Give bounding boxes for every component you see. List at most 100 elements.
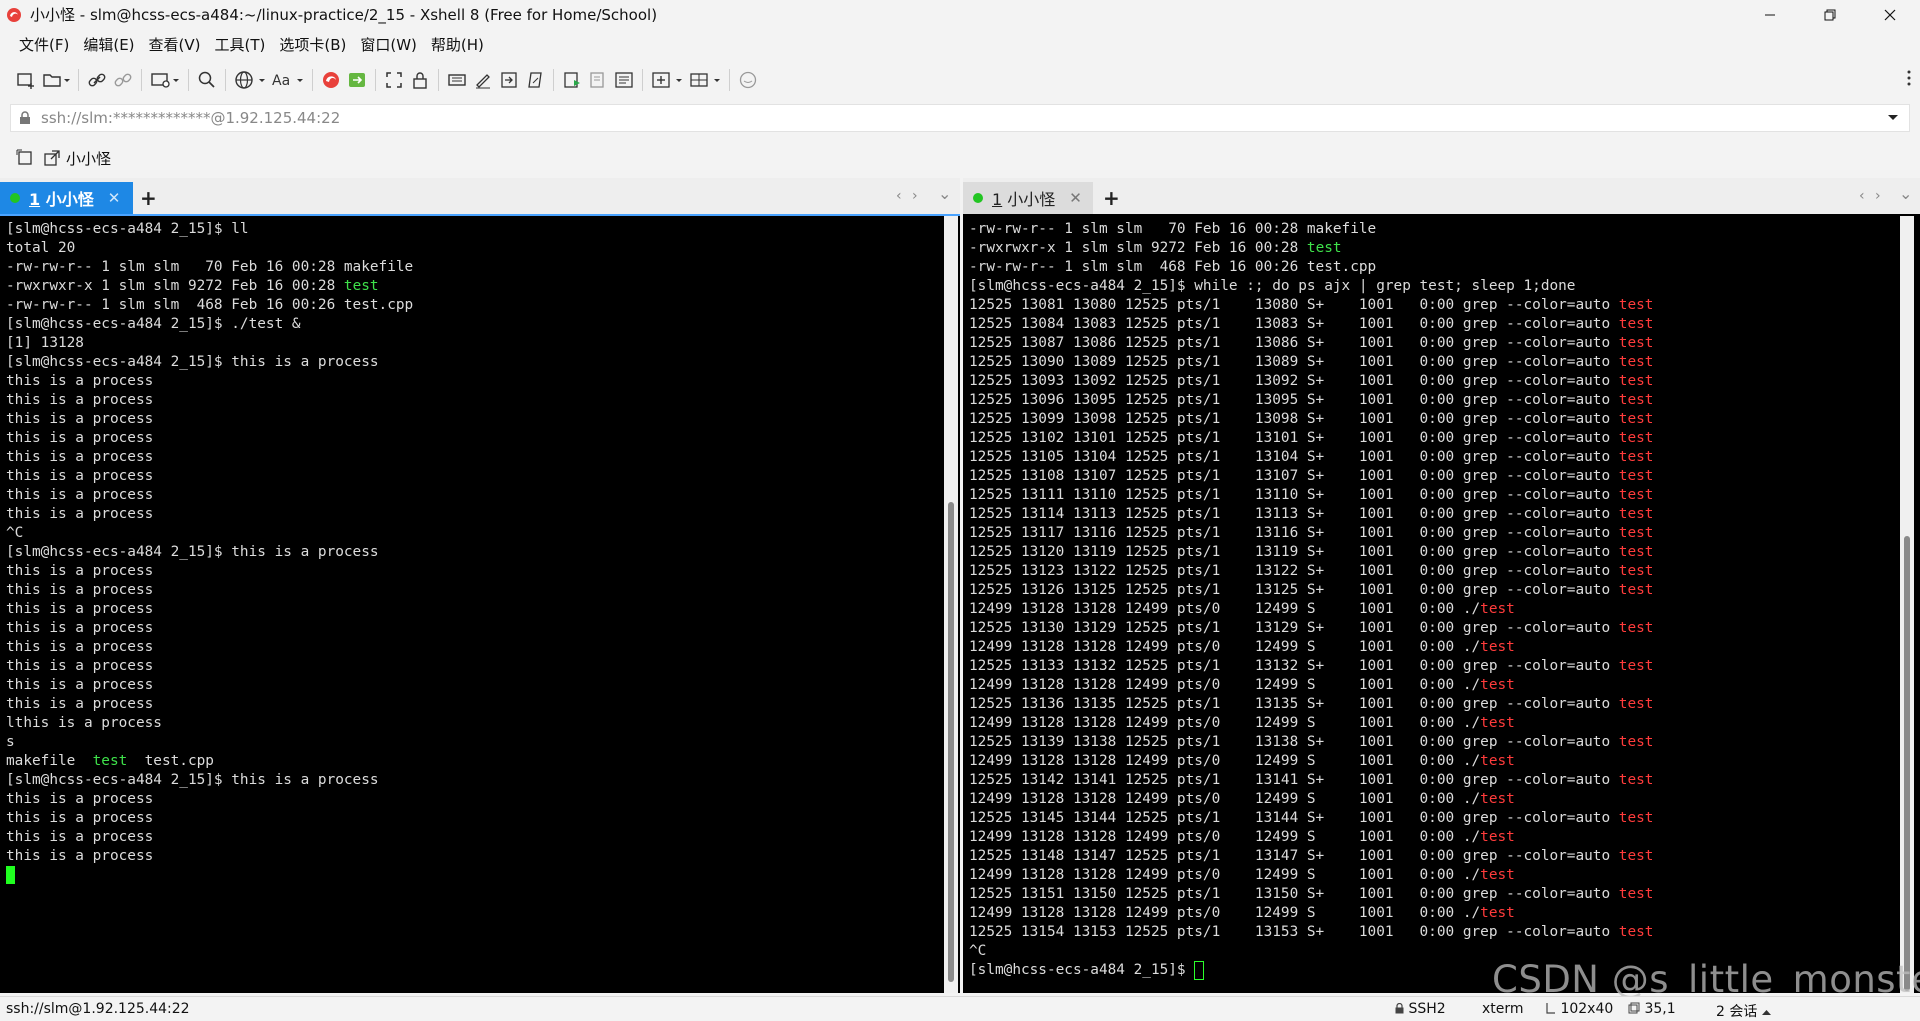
fullscreen-button[interactable]: [384, 66, 404, 94]
terminal-line: makefile test test.cpp: [6, 752, 413, 771]
highlighted-text: test: [1618, 354, 1654, 370]
minimize-button[interactable]: [1740, 0, 1800, 29]
menu-window[interactable]: 窗口(W): [353, 34, 424, 55]
left-terminal[interactable]: [slm@hcss-ecs-a484 2_15]$ ll total 20 -rw-…: [0, 214, 960, 993]
right-scroll-thumb[interactable]: [1904, 536, 1910, 991]
quick-session-label[interactable]: 小小怪: [66, 148, 111, 169]
tab-menu-button[interactable]: ⌄: [1899, 184, 1912, 203]
close-tab-icon[interactable]: ✕: [108, 189, 121, 207]
terminal-line: this is a process: [6, 847, 413, 866]
address-bar[interactable]: ssh://slm:*************@1.92.125.44:22: [10, 104, 1910, 132]
encoding-button[interactable]: [234, 66, 266, 94]
log-start-button[interactable]: [562, 66, 582, 94]
terminal-line: 12499 13128 13128 12499 pts/0 12499 S 10…: [969, 790, 1653, 809]
highlighted-text: test: [1618, 696, 1654, 712]
terminal-line: 12499 13128 13128 12499 pts/0 12499 S 10…: [969, 676, 1653, 695]
session-list-icon[interactable]: [16, 149, 34, 167]
terminal-text: 12525 13126 13125 12525 pts/1 13125 S+ 1…: [969, 582, 1619, 598]
right-terminal[interactable]: -rw-rw-r-- 1 slm slm 70 Feb 16 00:28 mak…: [963, 214, 1920, 993]
status-sessions[interactable]: 2 会话: [1716, 1001, 1771, 1021]
open-folder-button[interactable]: [42, 66, 70, 94]
close-tab-icon[interactable]: ✕: [1069, 189, 1082, 207]
terminal-line: -rwxrwxr-x 1 slm slm 9272 Feb 16 00:28 t…: [969, 239, 1653, 258]
menu-edit[interactable]: 编辑(E): [76, 34, 141, 55]
menu-tabs[interactable]: 选项卡(B): [272, 34, 353, 55]
terminal-line: this is a process: [6, 467, 413, 486]
toolbar-separator: [642, 69, 643, 91]
tab-next-button[interactable]: ›: [912, 188, 918, 204]
menu-view[interactable]: 查看(V): [142, 34, 208, 55]
new-session-button[interactable]: [16, 66, 36, 94]
terminal-text: this is a process: [6, 848, 154, 864]
left-scroll-thumb[interactable]: [948, 502, 954, 982]
highlighted-text: test: [1618, 658, 1654, 674]
xftp-button[interactable]: [321, 66, 341, 94]
tab-prev-button[interactable]: ‹: [896, 188, 902, 204]
xftp-green-button[interactable]: [347, 66, 367, 94]
left-terminal-scrollbar[interactable]: [944, 216, 958, 993]
terminal-line: -rw-rw-r-- 1 slm slm 468 Feb 16 00:26 te…: [969, 258, 1653, 277]
highlighted-text: test: [1618, 620, 1654, 636]
highlighted-text: test: [1618, 848, 1654, 864]
toolbar-separator: [375, 69, 376, 91]
terminal-line: 12499 13128 13128 12499 pts/0 12499 S 10…: [969, 752, 1653, 771]
terminal-text: 12525 13081 13080 12525 pts/1 13080 S+ 1…: [969, 297, 1619, 313]
log-pause-button[interactable]: [588, 66, 608, 94]
restore-button[interactable]: [1800, 0, 1860, 29]
open-session-icon[interactable]: [44, 150, 60, 166]
keyboard-button[interactable]: [447, 66, 467, 94]
transfer-green-icon: [349, 73, 365, 87]
reconnect-button[interactable]: [87, 66, 107, 94]
disconnect-button[interactable]: [113, 66, 133, 94]
chat-button[interactable]: [738, 66, 758, 94]
terminal-line: [slm@hcss-ecs-a484 2_15]$ while :; do ps…: [969, 277, 1653, 296]
layout-button[interactable]: [689, 66, 721, 94]
terminal-line: 12499 13128 13128 12499 pts/0 12499 S 10…: [969, 828, 1653, 847]
status-size: 102x40: [1546, 1001, 1613, 1017]
add-tab-button[interactable]: +: [140, 186, 157, 210]
terminal-line: this is a process: [6, 391, 413, 410]
title-bar: 小小怪 - slm@hcss-ecs-a484:~/linux-practice…: [0, 0, 1920, 29]
font-button[interactable]: Aa: [272, 66, 304, 94]
log-pause-icon: [590, 72, 604, 88]
highlighted-text: test: [1480, 829, 1515, 845]
chevron-down-icon[interactable]: [1887, 114, 1899, 122]
terminal-text: [slm@hcss-ecs-a484 2_15]$: [969, 962, 1195, 978]
link-icon: [88, 73, 106, 87]
terminal-line: 12525 13093 13092 12525 pts/1 13092 S+ 1…: [969, 372, 1653, 391]
terminal-text: this is a process: [6, 658, 154, 674]
tab-menu-button[interactable]: ⌄: [938, 184, 951, 203]
right-session-tab[interactable]: 1 小小怪 ✕: [963, 182, 1093, 214]
terminal-text: this is a process: [6, 639, 154, 655]
terminal-text: this is a process: [6, 468, 154, 484]
script-button[interactable]: [525, 66, 545, 94]
menu-help[interactable]: 帮助(H): [424, 34, 491, 55]
terminal-line: this is a process: [6, 486, 413, 505]
close-window-button[interactable]: [1860, 0, 1920, 29]
notes-button[interactable]: [614, 66, 634, 94]
terminal-line: this is a process: [6, 429, 413, 448]
lock-button[interactable]: [410, 66, 430, 94]
tab-next-button[interactable]: ›: [1875, 188, 1881, 204]
terminal-line: 12525 13090 13089 12525 pts/1 13089 S+ 1…: [969, 353, 1653, 372]
left-pane: 1 小小怪 ✕ + ‹ › ⌄ [slm@hcss-ecs-a484 2_15]…: [0, 178, 960, 996]
find-button[interactable]: [197, 66, 217, 94]
add-tab-button[interactable]: +: [1103, 186, 1120, 210]
menu-file[interactable]: 文件(F): [12, 34, 76, 55]
menu-tools[interactable]: 工具(T): [208, 34, 273, 55]
terminal-text: 12525 13096 13095 12525 pts/1 13095 S+ 1…: [969, 392, 1619, 408]
toolbar-overflow-button[interactable]: [1906, 68, 1912, 92]
compose-button[interactable]: [473, 66, 493, 94]
new-tab-button[interactable]: [651, 66, 683, 94]
address-input[interactable]: ssh://slm:*************@1.92.125.44:22: [41, 109, 340, 127]
terminal-line: 12525 13151 13150 12525 pts/1 13150 S+ 1…: [969, 885, 1653, 904]
pen-icon: [476, 74, 490, 89]
font-icon: Aa: [272, 73, 303, 89]
right-terminal-scrollbar[interactable]: [1900, 216, 1914, 993]
layout-icon: [690, 73, 720, 87]
tab-prev-button[interactable]: ‹: [1859, 188, 1865, 204]
highlighted-text: test: [1618, 373, 1654, 389]
send-button[interactable]: [499, 66, 519, 94]
left-session-tab[interactable]: 1 小小怪 ✕: [0, 182, 133, 214]
session-properties-button[interactable]: [150, 66, 180, 94]
